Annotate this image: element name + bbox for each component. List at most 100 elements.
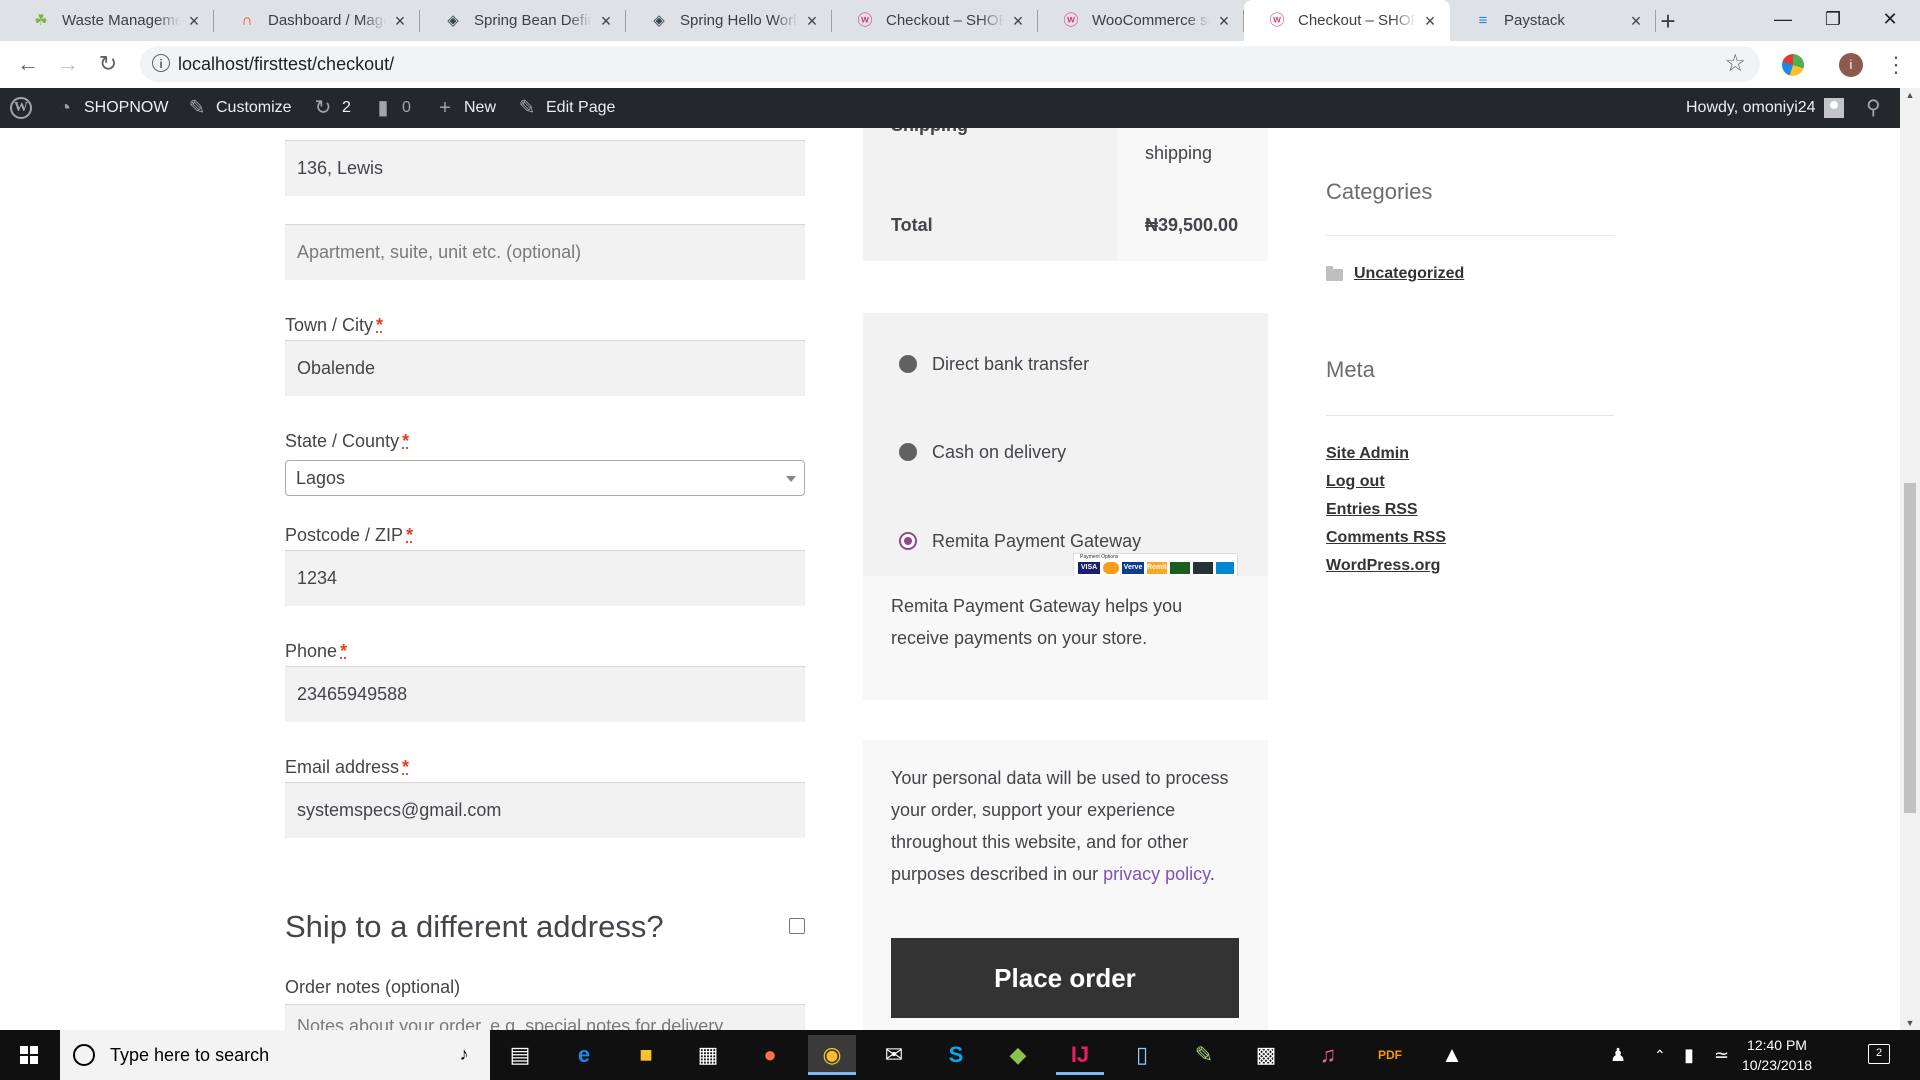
close-window-button[interactable]: ✕ [1870, 4, 1910, 34]
close-tab-icon[interactable]: × [1214, 11, 1234, 31]
close-tab-icon[interactable]: × [184, 11, 204, 31]
address-bar[interactable]: i localhost/firsttest/checkout/ ☆ [140, 46, 1760, 82]
admin-new[interactable]: + New [434, 88, 496, 128]
browser-tab[interactable]: ⓦ WooCommerce settings× [1038, 0, 1244, 41]
system-clock[interactable]: 12:40 PM 10/23/2018 [1737, 1035, 1817, 1075]
admin-edit-page[interactable]: ✎ Edit Page [516, 88, 616, 128]
profile-avatar[interactable]: i [1839, 53, 1863, 77]
battery-icon[interactable]: ▮ [1684, 1045, 1694, 1065]
apartment-input[interactable]: Apartment, suite, unit etc. (optional) [285, 224, 805, 280]
meta-link-entries-rss[interactable]: Entries RSS [1326, 500, 1418, 520]
new-tab-button[interactable]: + [1655, 8, 1681, 34]
category-link-uncategorized[interactable]: Uncategorized [1354, 264, 1464, 284]
remita-logo-icon: Remita [1147, 562, 1170, 574]
action-center-icon[interactable]: 2 [1868, 1044, 1890, 1064]
edge-browser-icon[interactable]: e [560, 1035, 608, 1075]
order-notes-textarea[interactable]: Notes about your order, e.g. special not… [285, 1004, 805, 1030]
page-scrollbar[interactable]: ▲ ▼ [1900, 88, 1920, 1030]
file-explorer-icon[interactable]: ■ [622, 1035, 670, 1075]
maximize-button[interactable]: ❐ [1813, 4, 1853, 34]
sourcetree-icon[interactable]: ◆ [994, 1035, 1042, 1075]
task-view-icon[interactable]: ▤ [496, 1035, 544, 1075]
email-input[interactable]: systemspecs@gmail.com [285, 782, 805, 838]
forward-arrow-icon[interactable]: → [54, 50, 82, 78]
payment-method-remita[interactable]: Remita Payment Gateway [932, 530, 1141, 552]
ship-different-checkbox[interactable] [789, 918, 805, 934]
city-input[interactable]: Obalende [285, 340, 805, 396]
meta-link-wordpress-org[interactable]: WordPress.org [1326, 556, 1440, 576]
meta-link-site-admin[interactable]: Site Admin [1326, 444, 1409, 464]
terminal-icon[interactable]: ▩ [1242, 1035, 1290, 1075]
diamond-icon: ◈ [447, 12, 459, 29]
itunes-icon[interactable]: ♫ [1304, 1035, 1352, 1075]
browser-tab[interactable]: ∩ Dashboard / Magento Admin× [214, 0, 420, 41]
payment-method-cod[interactable]: Cash on delivery [932, 441, 1066, 463]
extension-icon[interactable] [1782, 54, 1804, 76]
scrollbar-thumb[interactable] [1904, 483, 1916, 813]
ship-different-heading: Ship to a different address? [285, 909, 664, 944]
start-button[interactable] [0, 1030, 58, 1080]
tray-chevron-icon[interactable]: ⌃ [1654, 1045, 1666, 1065]
street-address-input[interactable]: 136, Lewis [285, 140, 805, 196]
photos-icon[interactable]: ▲ [1428, 1035, 1476, 1075]
browser-tab[interactable]: ⓦ Checkout – SHOPNOW× [832, 0, 1038, 41]
browser-tab[interactable]: ☘ Waste Management× [8, 0, 214, 41]
notepad-icon[interactable]: ▯ [1118, 1035, 1166, 1075]
url-text[interactable]: localhost/firsttest/checkout/ [178, 54, 394, 74]
divider [1326, 235, 1614, 236]
close-tab-icon[interactable]: × [802, 11, 822, 31]
admin-account[interactable]: Howdy, omoniyi24 [1686, 88, 1844, 128]
close-tab-icon[interactable]: × [1008, 11, 1028, 31]
close-tab-icon[interactable]: × [596, 11, 616, 31]
wifi-icon[interactable]: ≃ [1714, 1045, 1729, 1065]
intellij-icon[interactable]: IJ [1056, 1035, 1104, 1075]
pdf-icon[interactable]: PDF [1366, 1035, 1414, 1075]
meta-link-comments-rss[interactable]: Comments RSS [1326, 528, 1446, 548]
state-select[interactable]: Lagos [285, 460, 805, 496]
mail-icon[interactable]: ✉ [870, 1035, 918, 1075]
editor-icon[interactable]: ✎ [1180, 1035, 1228, 1075]
postcode-input[interactable]: 1234 [285, 550, 805, 606]
place-order-button[interactable]: Place order [891, 938, 1239, 1018]
store-icon[interactable]: ▦ [684, 1035, 732, 1075]
people-icon[interactable]: ♟ [1610, 1045, 1626, 1065]
admin-customize[interactable]: ✎ Customize [186, 88, 292, 128]
close-tab-icon[interactable]: × [1626, 11, 1646, 31]
dropdown-arrow-icon [786, 476, 796, 482]
admin-search-icon[interactable]: ⚲ [1866, 88, 1881, 128]
paystack-icon: ≡ [1478, 12, 1488, 29]
scroll-down-arrow-icon[interactable]: ▼ [1900, 1016, 1920, 1030]
browser-tab[interactable]: ≡ Paystack × [1450, 0, 1656, 41]
order-total-value: ₦39,500.00 [1145, 215, 1239, 235]
admin-site-name[interactable]: ◔ SHOPNOW [54, 88, 169, 128]
browser-tab[interactable]: ◈ Spring Bean Definition× [420, 0, 626, 41]
taskbar-search[interactable]: Type here to search ♪ [60, 1030, 490, 1080]
reload-icon[interactable]: ↻ [94, 50, 122, 78]
browser-tab[interactable]: ◈ Spring Hello World × [626, 0, 832, 41]
tab-title: Checkout – SHOPNOW [1298, 12, 1416, 29]
skype-icon[interactable]: S [932, 1035, 980, 1075]
admin-comments[interactable]: ▮ 0 [372, 88, 410, 128]
minimize-button[interactable]: — [1763, 4, 1803, 34]
payment-radio-bank[interactable] [899, 355, 917, 373]
bank-logo-icon [1216, 562, 1234, 574]
wordpress-logo-icon[interactable]: W [10, 97, 32, 119]
browser-tab[interactable]: ⓦ Checkout – SHOPNOW× [1244, 0, 1450, 41]
close-tab-icon[interactable]: × [390, 11, 410, 31]
scroll-up-arrow-icon[interactable]: ▲ [1900, 88, 1920, 102]
payment-radio-cod[interactable] [899, 443, 917, 461]
browser-menu-icon[interactable]: ⋮ [1885, 51, 1907, 79]
site-info-icon[interactable]: i [152, 54, 170, 72]
firefox-icon[interactable]: ● [746, 1035, 794, 1075]
payment-method-bank[interactable]: Direct bank transfer [932, 353, 1089, 375]
meta-link-log-out[interactable]: Log out [1326, 472, 1385, 492]
payment-radio-remita[interactable] [899, 532, 917, 550]
close-tab-icon[interactable]: × [1420, 11, 1440, 31]
back-arrow-icon[interactable]: ← [14, 50, 42, 78]
privacy-policy-link[interactable]: privacy policy [1103, 864, 1210, 884]
admin-updates[interactable]: ↻ 2 [312, 88, 351, 128]
microphone-icon[interactable]: ♪ [456, 1042, 472, 1066]
bookmark-star-icon[interactable]: ☆ [1724, 50, 1746, 78]
chrome-icon[interactable]: ◉ [808, 1035, 856, 1075]
phone-input[interactable]: 23465949588 [285, 666, 805, 722]
